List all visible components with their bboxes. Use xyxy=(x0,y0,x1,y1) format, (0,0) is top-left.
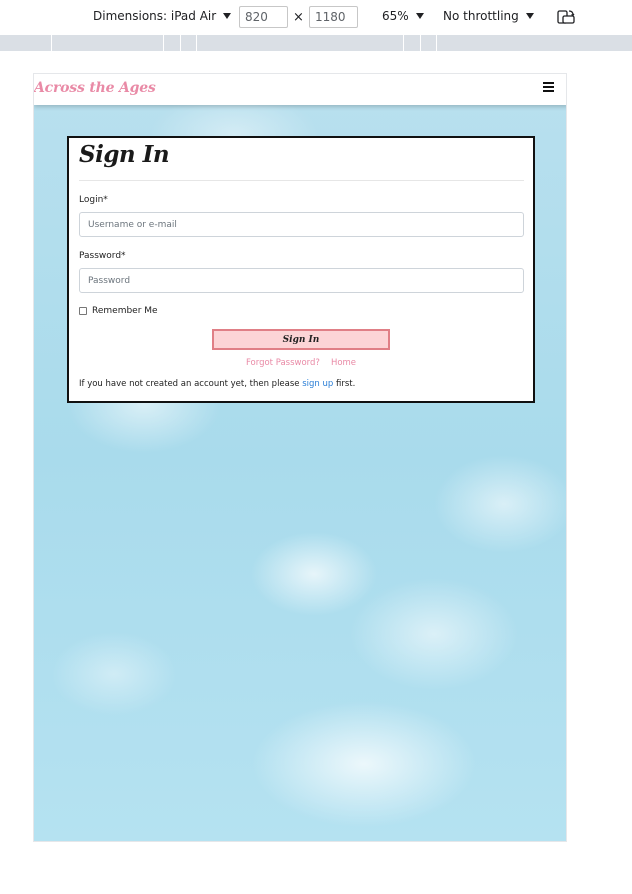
chevron-down-icon xyxy=(415,13,424,19)
site-navbar: Across the Ages xyxy=(34,74,566,105)
dimension-separator: × xyxy=(293,10,304,25)
remember-me-label: Remember Me xyxy=(92,306,158,316)
signup-note-text: If you have not created an account yet, … xyxy=(79,379,303,389)
forgot-password-link[interactable]: Forgot Password? xyxy=(246,358,320,368)
remember-me[interactable]: Remember Me xyxy=(79,306,158,316)
signin-button[interactable]: Sign In xyxy=(212,329,390,350)
viewport-width-input[interactable] xyxy=(239,6,288,28)
zoom-label: 65% xyxy=(382,9,409,23)
login-input[interactable] xyxy=(79,212,524,237)
signup-note-end: first. xyxy=(333,379,356,389)
rotate-icon[interactable] xyxy=(557,9,575,25)
signin-links: Forgot Password? Home xyxy=(69,358,533,368)
devtools-toolbar: Dimensions: iPad Air × 65% No throttling xyxy=(0,0,632,35)
dimensions-label: Dimensions: iPad Air xyxy=(93,9,217,23)
device-viewport: Across the Ages Sign In Login* Password*… xyxy=(33,73,567,842)
signup-link[interactable]: sign up xyxy=(302,379,333,389)
zoom-select[interactable]: 65% xyxy=(382,9,424,23)
page-title: Sign In xyxy=(79,141,170,168)
signup-note: If you have not created an account yet, … xyxy=(79,379,355,389)
device-dimensions-select[interactable]: Dimensions: iPad Air xyxy=(93,9,232,23)
home-link[interactable]: Home xyxy=(331,358,356,368)
divider xyxy=(79,180,524,181)
throttling-select[interactable]: No throttling xyxy=(443,9,534,23)
chevron-down-icon xyxy=(525,13,534,19)
remember-me-checkbox[interactable] xyxy=(79,307,87,315)
hamburger-menu-icon[interactable] xyxy=(543,82,554,92)
signin-card: Sign In Login* Password* Remember Me Sig… xyxy=(67,136,535,403)
site-brand[interactable]: Across the Ages xyxy=(34,80,156,96)
media-query-ruler[interactable] xyxy=(0,35,632,51)
viewport-height-input[interactable] xyxy=(309,6,358,28)
password-input[interactable] xyxy=(79,268,524,293)
throttling-label: No throttling xyxy=(443,9,519,23)
chevron-down-icon xyxy=(223,13,232,19)
login-label: Login* xyxy=(79,195,108,205)
password-label: Password* xyxy=(79,251,126,261)
